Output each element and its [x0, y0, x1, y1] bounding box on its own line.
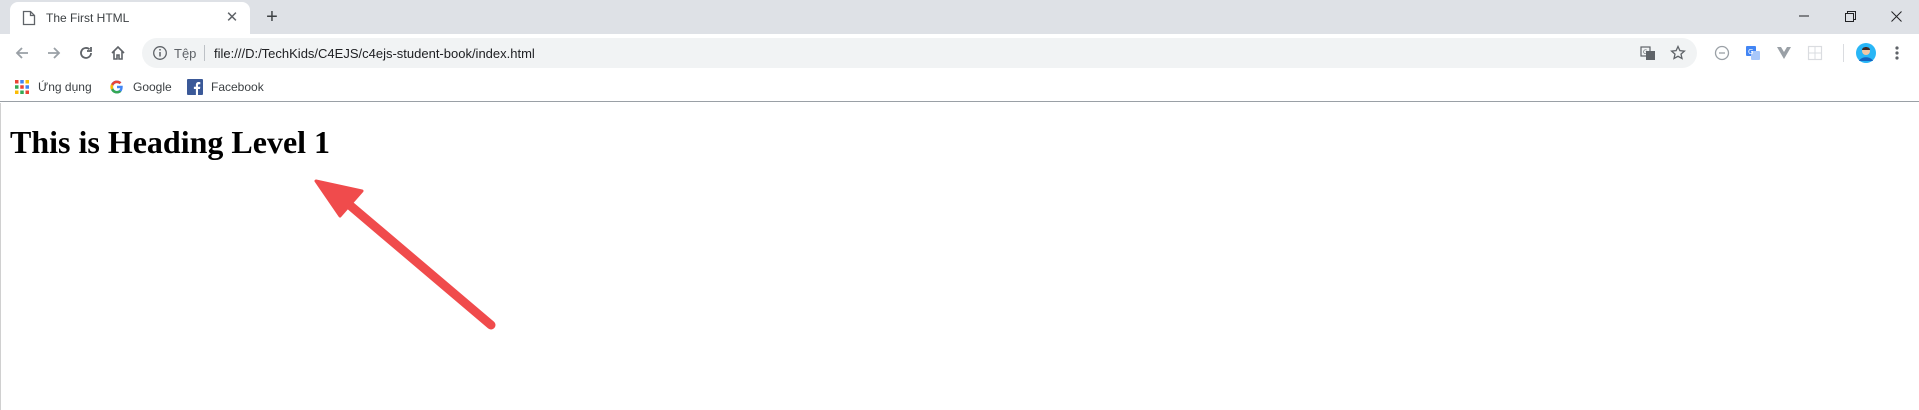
profile-avatar[interactable] — [1856, 43, 1876, 63]
bookmark-label: Facebook — [211, 80, 264, 94]
bookmark-google[interactable]: Google — [109, 78, 172, 96]
minimize-icon — [1799, 15, 1809, 17]
minimize-button[interactable] — [1781, 0, 1827, 32]
omnibox-divider — [204, 45, 205, 61]
info-icon[interactable] — [152, 45, 168, 61]
bookmark-apps[interactable]: Ứng dụng — [14, 78, 92, 96]
browser-tab[interactable]: The First HTML ✕ — [10, 2, 250, 34]
avatar-icon — [1856, 43, 1876, 63]
home-button[interactable] — [106, 41, 130, 65]
annotation-arrow-icon — [314, 179, 496, 330]
svg-text:G: G — [1748, 48, 1753, 56]
apps-grid-icon — [14, 79, 30, 95]
svg-text:G: G — [1643, 49, 1648, 56]
new-tab-button[interactable]: + — [262, 7, 282, 27]
vue-devtools-icon[interactable] — [1775, 44, 1793, 62]
page-viewport: This is Heading Level 1 — [0, 103, 1919, 410]
translate-extension-icon[interactable]: G — [1744, 44, 1762, 62]
home-icon — [111, 45, 125, 60]
reload-button[interactable] — [74, 41, 98, 65]
browser-toolbar: Tệp file:///D:/TechKids/C4EJS/c4ejs-stud… — [0, 34, 1919, 72]
restore-button[interactable] — [1827, 0, 1873, 32]
document-icon — [22, 10, 36, 26]
more-menu-icon[interactable] — [1888, 44, 1906, 62]
close-window-button[interactable] — [1873, 0, 1919, 32]
bookmark-label: Google — [133, 80, 172, 94]
restore-icon — [1844, 10, 1856, 22]
bookmarks-bar: Ứng dụng Google Facebook — [0, 72, 1919, 102]
tab-title: The First HTML — [46, 11, 130, 25]
extension-circle-icon[interactable] — [1713, 44, 1731, 62]
facebook-icon — [187, 79, 203, 95]
bookmark-facebook[interactable]: Facebook — [187, 78, 264, 96]
address-bar[interactable]: Tệp file:///D:/TechKids/C4EJS/c4ejs-stud… — [142, 38, 1697, 68]
star-icon[interactable] — [1670, 45, 1686, 61]
google-g-icon — [109, 79, 125, 95]
extension-grid-icon[interactable] — [1806, 44, 1824, 62]
tab-strip: The First HTML ✕ + — [0, 0, 1919, 34]
forward-arrow-icon — [48, 47, 61, 59]
tab-close-icon[interactable]: ✕ — [224, 10, 240, 26]
bookmark-label: Ứng dụng — [38, 80, 92, 94]
back-button[interactable] — [10, 41, 34, 65]
back-arrow-icon — [15, 47, 28, 59]
reload-icon — [80, 47, 92, 59]
translate-icon[interactable]: G — [1640, 45, 1656, 61]
toolbar-divider — [1843, 44, 1844, 62]
close-icon — [1890, 10, 1902, 22]
forward-button[interactable] — [42, 41, 66, 65]
site-info-label[interactable]: Tệp — [174, 46, 196, 61]
url-text[interactable]: file:///D:/TechKids/C4EJS/c4ejs-student-… — [214, 46, 535, 61]
